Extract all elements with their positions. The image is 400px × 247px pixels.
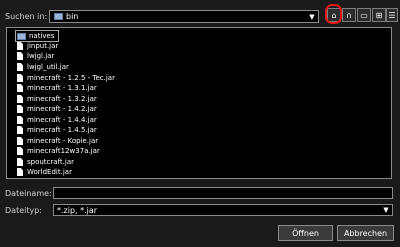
- file-icon: [17, 42, 23, 50]
- filetype-label: Dateityp:: [5, 206, 42, 215]
- list-item[interactable]: jinput.jar: [17, 41, 58, 51]
- filetype-value: *.zip, *.jar: [57, 205, 98, 215]
- file-icon: [17, 126, 23, 134]
- file-icon: [17, 63, 23, 71]
- list-item[interactable]: lwjgl_util.jar: [17, 62, 69, 72]
- home-button[interactable]: ∩: [342, 8, 356, 22]
- new-folder-icon: ▭: [360, 10, 368, 20]
- file-icon: [17, 52, 23, 60]
- list-item[interactable]: lwjgl.jar: [17, 51, 54, 61]
- list-item[interactable]: minecraft - 1.3.1.jar: [17, 83, 97, 93]
- list-item[interactable]: minecraft - 1.3.2.jar: [17, 94, 97, 104]
- file-icon: [17, 116, 23, 124]
- file-icon: [17, 74, 23, 82]
- list-item[interactable]: minecraft - 1.4.2.jar: [17, 104, 97, 114]
- look-in-combo[interactable]: bin ▼: [49, 10, 319, 23]
- highlight-circle: [325, 4, 342, 24]
- file-icon: [17, 84, 23, 92]
- list-item[interactable]: minecraft - Kopie.jar: [17, 136, 98, 146]
- filetype-select[interactable]: *.zip, *.jar ▼: [53, 204, 393, 216]
- folder-icon: [54, 13, 63, 20]
- chevron-down-icon[interactable]: ▼: [306, 13, 318, 21]
- look-in-label: Suchen in:: [5, 12, 48, 21]
- list-item[interactable]: minecraft - 1.2.5 - Tec.jar: [17, 73, 115, 83]
- list-item[interactable]: minecraft - 1.4.5.jar: [17, 125, 97, 135]
- look-in-value: bin: [66, 12, 79, 21]
- list-view-icon: ⊞: [375, 10, 383, 20]
- file-icon: [17, 168, 23, 176]
- file-icon: [17, 137, 23, 145]
- folder-icon: [17, 32, 26, 40]
- home-icon: ∩: [346, 10, 352, 20]
- file-icon: [17, 158, 23, 166]
- list-item[interactable]: minecraft - 1.4.4.jar: [17, 115, 97, 125]
- filename-label: Dateiname:: [5, 189, 52, 198]
- list-item[interactable]: minecraft12w37a.jar: [17, 146, 100, 156]
- list-item[interactable]: WorldEdit.jar: [17, 167, 72, 177]
- list-view-button[interactable]: ⊞: [372, 8, 386, 22]
- file-list[interactable]: natives jinput.jar lwjgl.jar lwjgl_util.…: [6, 27, 392, 179]
- details-view-button[interactable]: ☰: [386, 8, 398, 22]
- details-view-icon: ☰: [388, 10, 396, 20]
- new-folder-button[interactable]: ▭: [357, 8, 371, 22]
- open-button[interactable]: Öffnen: [278, 225, 333, 241]
- list-item[interactable]: spoutcraft.jar: [17, 157, 74, 167]
- chevron-down-icon[interactable]: ▼: [380, 206, 392, 214]
- file-icon: [17, 95, 23, 103]
- file-icon: [17, 105, 23, 113]
- file-icon: [17, 147, 23, 155]
- cancel-button[interactable]: Abbrechen: [337, 225, 394, 241]
- filename-field[interactable]: [53, 187, 393, 199]
